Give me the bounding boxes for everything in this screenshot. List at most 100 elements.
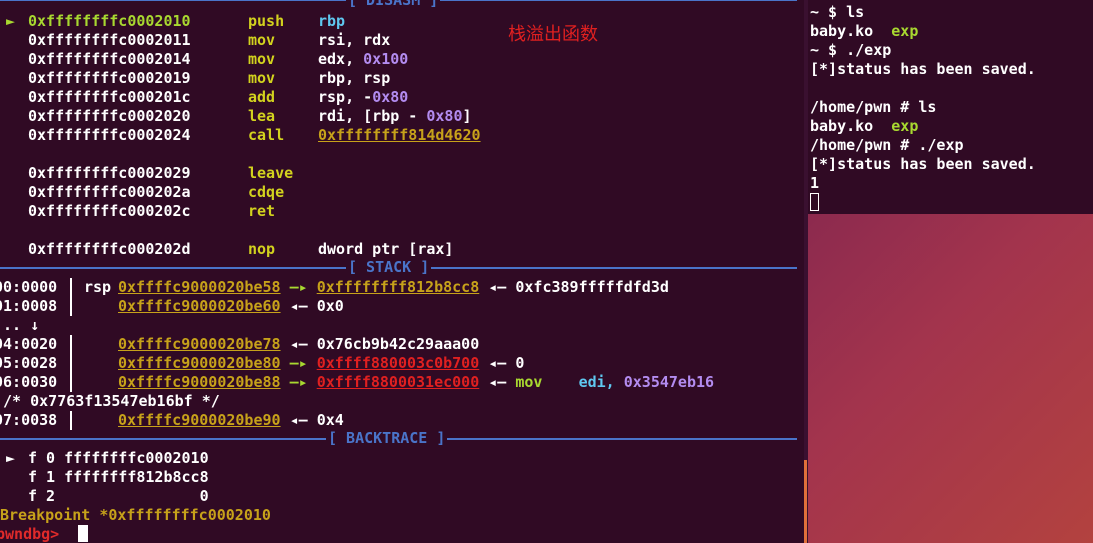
instruction-mnemonic: lea [248,107,276,125]
instruction-address: 0xffffffffc0002011 [28,31,191,49]
backtrace-frame: ► f 0 ffffffffc0002010 [0,449,209,468]
stack-value: 0xffffc9000020be88 [118,373,281,391]
stack-value: —▸ [280,354,317,372]
stack-value: 0x76cb9b42c29aaa00 [316,335,480,353]
instruction-address: 0xffffffffc0002029 [28,164,191,182]
disasm-row: 0xffffffffc0002014 mov edx, 0x100 [0,50,408,69]
terminal-text: /home/pwn # ./exp [810,136,964,154]
stack-row: 04:0020 0xffffc9000020be78 ◂— 0x76cb9b42c… [0,335,479,354]
stack-row: ... ↓ [0,316,39,335]
instruction-address: 0xffffffffc0002010 [28,12,191,30]
disasm-row: 0xffffffffc000202a cdqe [0,183,318,202]
prompt-cursor[interactable] [78,525,88,542]
stack-offset: 00:0000 [0,278,58,296]
annotation-label: 栈溢出函数 [508,24,598,45]
stack-value: 0xffff8800031ec000 [316,373,480,391]
instruction-mnemonic: call [248,126,285,144]
frame-text: f 0 ffffffffc0002010 [28,449,209,467]
stack-row: 05:0028 0xffffc9000020be80 —▸ 0xffff88000… [0,354,524,373]
stack-value: 0xffffc9000020be58 [118,278,281,296]
instruction-operand: rbp, rsp [318,69,391,87]
stack-value: ◂— [479,373,516,391]
instruction-mnemonic: cdqe [248,183,285,201]
disasm-row: 0xffffffffc0002024 call 0xffffffff814d4620 [0,126,481,145]
stack-offset: 01:0008 [0,297,58,315]
backtrace-frame: f 1 ffffffff812b8cc8 [0,468,209,487]
terminal-line: [*]status has been saved. [810,60,1036,79]
stack-value: 0x3547eb16 [623,373,715,391]
stack-value: 0xfc389fffffdfd3d [515,278,669,296]
instruction-operand: rsp, - [318,88,373,106]
instruction-address: 0xffffffffc0002014 [28,50,191,68]
terminal-text: exp [891,22,919,40]
instruction-operand: rbp [318,12,346,30]
disasm-row: 0xffffffffc0002020 lea rdi, [rbp - 0x80] [0,107,472,126]
instruction-operand: dword ptr [rax] [318,240,454,258]
current-instruction-marker: ► [6,12,25,30]
stack-value: 0x0 [316,297,344,315]
terminal-line: baby.ko exp [810,22,918,41]
stack-value: ◂— [479,278,516,296]
terminal-line: baby.ko exp [810,117,918,136]
desktop-background [808,214,1093,543]
stack-register: rsp [84,278,112,296]
stack-value: ◂— [280,335,317,353]
terminal-line: [*]status has been saved. [810,155,1036,174]
stack-row: 06:0030 0xffffc9000020be88 —▸ 0xffff88000… [0,373,714,392]
backtrace-frame: f 2 0 [0,487,209,506]
right-pane: ~ $ ls baby.ko exp ~ $ ./exp [*]status has … [808,0,1093,543]
scrollbar-thumb[interactable] [804,460,807,543]
disasm-row: 0xffffffffc0002011 mov rsi, rdx [0,31,390,50]
instruction-address: 0xffffffffc0002024 [28,126,191,144]
terminal-text: /home/pwn # ls [810,98,937,116]
terminal-text: [*]status has been saved. [810,155,1036,173]
stack-offset: 07:0038 [0,411,58,429]
stack-value: 0xffffc9000020be90 [118,411,281,429]
stack-row: 07:0038 0xffffc9000020be90 ◂— 0x4 [0,411,344,430]
terminal-line: /home/pwn # ./exp [810,136,964,155]
stack-value: 0xffffc9000020be80 [118,354,281,372]
instruction-address: 0xffffffffc000202d [28,240,191,258]
stack-row: /* 0x7763f13547eb16bf */ [0,392,220,411]
instruction-operand: 0x100 [363,50,409,68]
instruction-address: 0xffffffffc000201c [28,88,191,106]
stack-value: —▸ [280,278,317,296]
stack-value: ◂— [479,354,516,372]
instruction-operand: 0x80 [426,107,463,125]
stack-offset: ... ↓ [0,316,40,334]
disasm-row: 0xffffffffc0002029 leave [0,164,318,183]
stack-row: 00:0000 rsp 0xffffc9000020be58 —▸ 0xffffff… [0,278,669,297]
terminal-line: 1 [810,174,819,193]
terminal-text: [*]status has been saved. [810,60,1036,78]
instruction-mnemonic: mov [248,50,276,68]
instruction-address: 0xffffffffc000202a [28,183,191,201]
frame-text: f 2 0 [28,487,209,505]
pwndbg-terminal[interactable]: ► 0xffffffffc0002010 push rbp 0xffffffffc00… [0,0,804,543]
terminal-text: baby.ko [810,117,892,135]
stack-value: ◂— [280,297,317,315]
instruction-mnemonic: nop [248,240,276,258]
instruction-address: 0xffffffffc0002020 [28,107,191,125]
stack-value: 0x4 [316,411,344,429]
terminal-text: 1 [810,174,820,192]
disasm-row: 0xffffffffc0002019 mov rbp, rsp [0,69,390,88]
instruction-mnemonic: mov [248,69,276,87]
stack-value: 0xffffc9000020be60 [118,297,281,315]
instruction-operand: edx, [318,50,364,68]
stack-value: 0xffffffff812b8cc8 [316,278,480,296]
stack-offset: 05:0028 [0,354,58,372]
terminal-text: ~ $ ls [810,3,865,21]
instruction-mnemonic: add [248,88,276,106]
breakpoint-line: Breakpoint *0xffffffffc0002010 [0,506,271,524]
terminal-line: /home/pwn # ls [810,98,936,117]
instruction-operand: 0xffffffff814d4620 [318,126,481,144]
instruction-operand: ] [462,107,472,125]
terminal-line: ~ $ ls [810,3,864,22]
terminal-text: exp [891,117,919,135]
qemu-terminal[interactable]: ~ $ ls baby.ko exp ~ $ ./exp [*]status has … [808,0,1093,214]
disasm-row: 0xffffffffc000202d nop dword ptr [rax] [0,240,453,259]
stack-value: 0xffff880003c0b700 [316,354,480,372]
instruction-mnemonic: leave [248,164,294,182]
frame-marker: ► [6,449,16,467]
stack-row: 01:0008 0xffffc9000020be60 ◂— 0x0 [0,297,344,316]
